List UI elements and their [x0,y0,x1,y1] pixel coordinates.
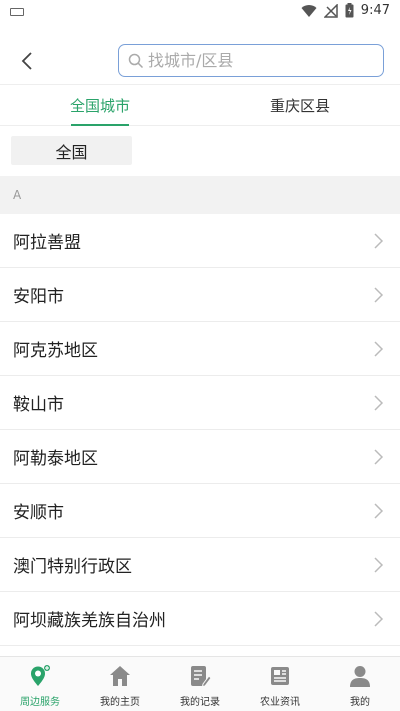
nav-mine[interactable]: 我的 [320,657,400,711]
location-pin-icon [27,663,53,689]
city-name: 安阳市 [13,287,64,307]
status-bar: 9:47 [0,0,400,24]
city-list: 阿拉善盟 安阳市 阿克苏地区 鞍山市 阿勒泰地区 安顺市 澳门特别行政区 阿坝藏… [0,214,400,646]
city-name: 阿拉善盟 [13,233,81,253]
city-row[interactable]: 安顺市 [0,484,400,538]
nav-label: 周边服务 [20,697,60,708]
city-name: 阿克苏地区 [13,341,98,361]
city-row[interactable]: 鞍山市 [0,376,400,430]
search-box[interactable] [118,44,384,77]
tab-label: 全国城市 [69,97,130,115]
city-row[interactable]: 阿拉善盟 [0,214,400,268]
tab-chongqing-districts[interactable]: 重庆区县 [200,85,400,126]
region-tabs: 全国城市 重庆区县 [0,84,400,126]
quick-select-area: 全国 [0,126,400,176]
city-row[interactable]: 阿勒泰地区 [0,430,400,484]
record-edit-icon [187,663,213,689]
nav-agri-news[interactable]: 农业资讯 [240,657,320,711]
user-icon [347,663,373,689]
no-signal-icon [323,3,338,18]
chevron-right-icon [374,232,384,249]
chevron-right-icon [374,556,384,573]
tab-national-cities[interactable]: 全国城市 [0,85,200,126]
status-time: 9:47 [360,3,390,18]
back-arrow-icon [21,52,32,70]
back-button[interactable] [14,47,40,75]
city-row[interactable]: 阿克苏地区 [0,322,400,376]
chevron-right-icon [374,502,384,519]
header [0,38,400,84]
nav-my-homepage[interactable]: 我的主页 [80,657,160,711]
wifi-icon [301,4,317,17]
city-row[interactable]: 阿坝藏族羌族自治州 [0,592,400,646]
nav-label: 农业资讯 [260,697,300,708]
city-name: 阿勒泰地区 [13,449,98,469]
chevron-right-icon [374,448,384,465]
tab-label: 重庆区县 [269,97,330,115]
news-icon [267,663,293,689]
home-icon [107,663,133,689]
nav-nearby-services[interactable]: 周边服务 [0,657,80,711]
chevron-right-icon [374,286,384,303]
keyboard-icon [10,8,24,16]
bottom-nav: 周边服务 我的主页 我的记录 农业资讯 我的 [0,656,400,711]
battery-icon [345,3,354,18]
chevron-right-icon [374,610,384,627]
nav-my-records[interactable]: 我的记录 [160,657,240,711]
city-name: 鞍山市 [13,395,64,415]
section-letter-header: A [0,176,400,214]
city-row[interactable]: 澳门特别行政区 [0,538,400,592]
city-row[interactable]: 安阳市 [0,268,400,322]
chevron-right-icon [374,394,384,411]
city-name: 澳门特别行政区 [13,557,132,577]
nav-label: 我的记录 [180,697,220,708]
chevron-right-icon [374,340,384,357]
nav-label: 我的主页 [100,697,140,708]
city-name: 安顺市 [13,503,64,523]
city-name: 阿坝藏族羌族自治州 [13,611,166,631]
search-input[interactable] [148,51,368,70]
search-icon [128,53,144,68]
nationwide-chip[interactable]: 全国 [11,136,132,165]
nav-label: 我的 [350,697,370,708]
